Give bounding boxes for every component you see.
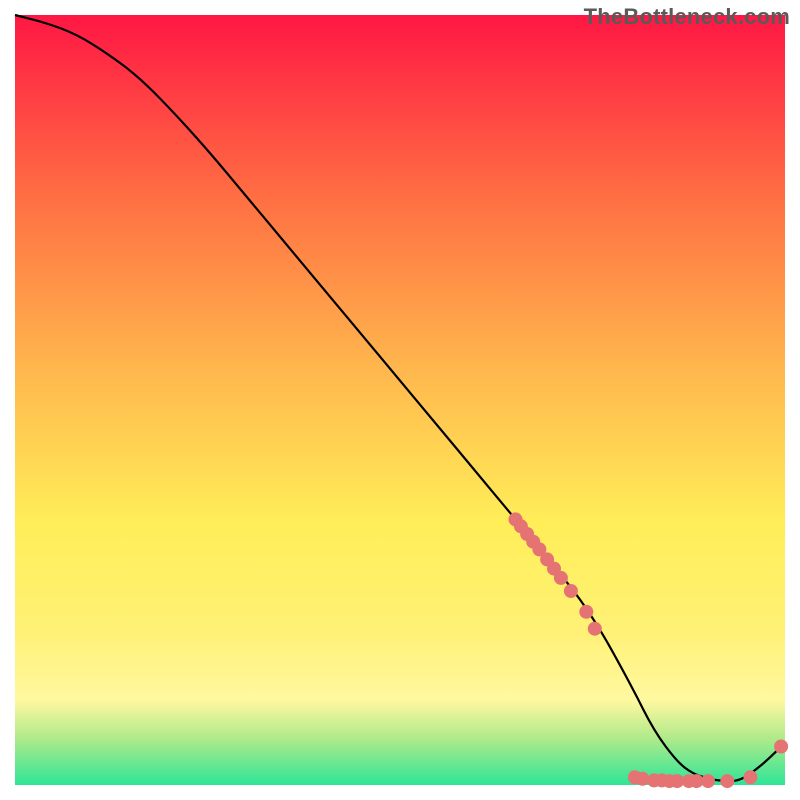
watermark-label: TheBottleneck.com [584,4,790,30]
data-point [720,774,734,788]
chart-svg [0,0,800,800]
data-point [579,605,593,619]
plot-background [15,15,785,785]
data-point [554,571,568,585]
data-point [588,622,602,636]
chart-container: TheBottleneck.com [0,0,800,800]
data-point [743,770,757,784]
data-point [774,740,788,754]
data-point [564,584,578,598]
data-point [701,774,715,788]
